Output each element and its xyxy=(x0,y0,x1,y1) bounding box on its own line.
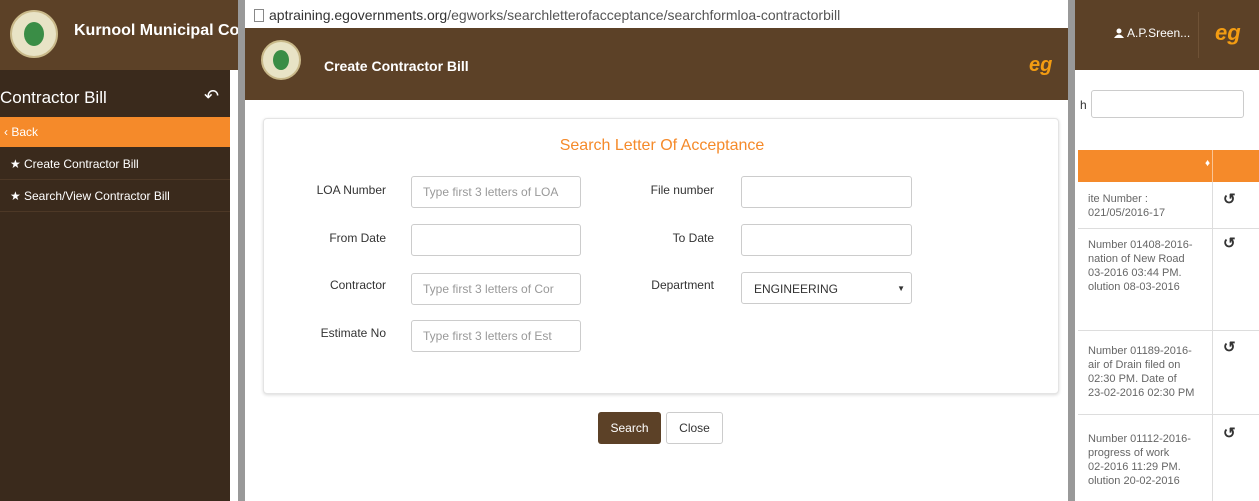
sidebar-item-search-view-contractor-bill[interactable]: ★ Search/View Contractor Bill xyxy=(0,180,230,212)
row-divider xyxy=(1078,414,1259,415)
department-label: Department xyxy=(651,278,714,292)
sort-icon[interactable]: ♦ xyxy=(1205,158,1210,169)
popup-window: aptraining.egovernments.org/egworks/sear… xyxy=(245,0,1068,501)
table-search-input[interactable] xyxy=(1091,90,1244,118)
table-header[interactable]: ♦ xyxy=(1078,150,1259,182)
sidebar-item-label: Search/View Contractor Bill xyxy=(24,189,170,203)
app-title: Kurnool Municipal Co xyxy=(74,22,240,39)
close-button[interactable]: Close xyxy=(666,412,723,444)
user-icon xyxy=(1114,28,1124,38)
user-menu[interactable]: A.P.Sreen... xyxy=(1114,26,1190,40)
department-select[interactable]: ENGINEERING ▼ xyxy=(741,272,912,304)
from-date-label: From Date xyxy=(329,231,386,245)
popup-title: Create Contractor Bill xyxy=(324,58,469,74)
sidebar-item-create-contractor-bill[interactable]: ★ Create Contractor Bill xyxy=(0,148,230,180)
header-divider xyxy=(1212,150,1213,182)
department-value: ENGINEERING xyxy=(754,282,839,296)
star-icon: ★ xyxy=(10,157,21,171)
column-divider xyxy=(1212,182,1213,501)
form-title: Search Letter Of Acceptance xyxy=(559,137,765,154)
url-text[interactable]: aptraining.egovernments.org/egworks/sear… xyxy=(269,7,840,23)
eg-brand-logo: eg xyxy=(1029,54,1053,76)
table-cell: ite Number : 021/05/2016-17 xyxy=(1088,193,1166,219)
file-number-input[interactable] xyxy=(741,176,912,208)
popup-header: Create Contractor Bill eg xyxy=(245,28,1068,100)
url-path: /egworks/searchletterofacceptance/search… xyxy=(447,7,841,23)
eg-brand-logo: eg xyxy=(1215,20,1241,45)
history-icon[interactable]: ↺ xyxy=(1223,190,1236,208)
sidebar-item-label: Create Contractor Bill xyxy=(24,157,139,171)
search-label: h xyxy=(1080,98,1087,112)
emblem-logo xyxy=(10,10,58,58)
to-date-label: To Date xyxy=(672,231,714,245)
sidebar-title: Contractor Bill xyxy=(0,88,107,107)
estimate-no-label: Estimate No xyxy=(320,326,386,340)
loa-number-input[interactable] xyxy=(411,176,581,208)
sidebar-back[interactable]: ‹ Back xyxy=(0,117,230,147)
page-icon xyxy=(254,9,264,22)
user-name: A.P.Sreen... xyxy=(1127,26,1191,40)
estimate-no-input[interactable] xyxy=(411,320,581,352)
url-domain: aptraining.egovernments.org xyxy=(269,7,448,23)
chevron-down-icon: ▼ xyxy=(897,284,905,293)
search-button[interactable]: Search xyxy=(598,412,661,444)
address-bar[interactable]: aptraining.egovernments.org/egworks/sear… xyxy=(245,0,1068,28)
header-divider xyxy=(1198,12,1199,58)
row-divider xyxy=(1078,330,1259,331)
to-date-input[interactable] xyxy=(741,224,912,256)
emblem-logo xyxy=(261,40,301,80)
star-icon: ★ xyxy=(10,189,21,203)
contractor-input[interactable] xyxy=(411,273,581,305)
loa-number-label: LOA Number xyxy=(316,183,386,197)
contractor-label: Contractor xyxy=(329,278,386,292)
table-cell: Number 01189-2016- air of Drain filed on… xyxy=(1088,345,1195,399)
sidebar: Contractor Bill ↶ ‹ Back ★ Create Contrac… xyxy=(0,70,230,501)
search-form-card: Search Letter Of Acceptance LOA Number F… xyxy=(263,118,1059,394)
history-icon[interactable]: ↺ xyxy=(1223,234,1236,252)
results-panel: h ♦ ite Number : 021/05/2016-17 ↺ Number… xyxy=(1078,70,1259,501)
reply-back-icon[interactable]: ↶ xyxy=(204,86,219,107)
history-icon[interactable]: ↺ xyxy=(1223,338,1236,356)
row-divider xyxy=(1078,228,1259,229)
history-icon[interactable]: ↺ xyxy=(1223,424,1236,442)
table-cell: Number 01408-2016- nation of New Road 03… xyxy=(1088,239,1193,293)
from-date-input[interactable] xyxy=(411,224,581,256)
table-cell: Number 01112-2016- progress of work 02-2… xyxy=(1088,433,1191,487)
file-number-label: File number xyxy=(650,183,714,197)
